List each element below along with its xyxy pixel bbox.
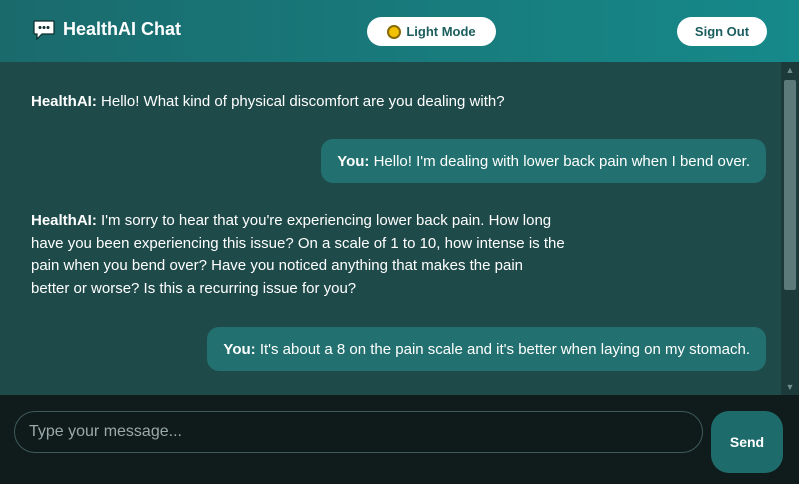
composer: Send <box>0 395 799 484</box>
app-header: HealthAI Chat Light Mode Sign Out <box>0 0 799 62</box>
message-sender: You: <box>223 340 256 358</box>
message-sender: HealthAI: <box>31 212 97 229</box>
scroll-down-icon[interactable]: ▼ <box>781 379 799 395</box>
message-sender: You: <box>337 152 370 170</box>
user-message: You: Hello! I'm dealing with lower back … <box>321 139 766 183</box>
message-sender: HealthAI: <box>31 93 97 110</box>
user-message: You: It's about a 8 on the pain scale an… <box>207 327 766 371</box>
brand: HealthAI Chat <box>33 19 181 40</box>
message-text: Hello! What kind of physical discomfort … <box>101 93 505 110</box>
chat-bubble-icon <box>33 19 55 40</box>
message-line: pain when you bend over? Have you notice… <box>31 257 523 274</box>
message-line: have you been experiencing this issue? O… <box>31 234 565 252</box>
ai-message: HealthAI: Hello! What kind of physical d… <box>31 91 505 114</box>
light-mode-button[interactable]: Light Mode <box>367 17 496 46</box>
app-title: HealthAI Chat <box>63 19 182 39</box>
ai-message: HealthAI: I'm sorry to hear that you're … <box>31 210 565 300</box>
sign-out-button[interactable]: Sign Out <box>677 17 767 46</box>
chat-scrollbar[interactable]: ▲ ▼ <box>781 62 799 395</box>
message-line: I'm sorry to hear that you're experienci… <box>101 212 552 229</box>
scroll-thumb[interactable] <box>784 80 796 290</box>
chat-history: HealthAI: Hello! What kind of physical d… <box>0 62 781 395</box>
message-input[interactable] <box>14 411 703 453</box>
light-mode-label: Light Mode <box>406 24 476 39</box>
message-text: It's about a 8 on the pain scale and it'… <box>259 340 750 358</box>
message-line: better or worse? Is this a recurring iss… <box>31 279 357 297</box>
sun-icon <box>387 24 402 39</box>
message-text: Hello! I'm dealing with lower back pain … <box>373 152 750 170</box>
scroll-up-icon[interactable]: ▲ <box>781 62 799 78</box>
send-button[interactable]: Send <box>711 411 783 473</box>
